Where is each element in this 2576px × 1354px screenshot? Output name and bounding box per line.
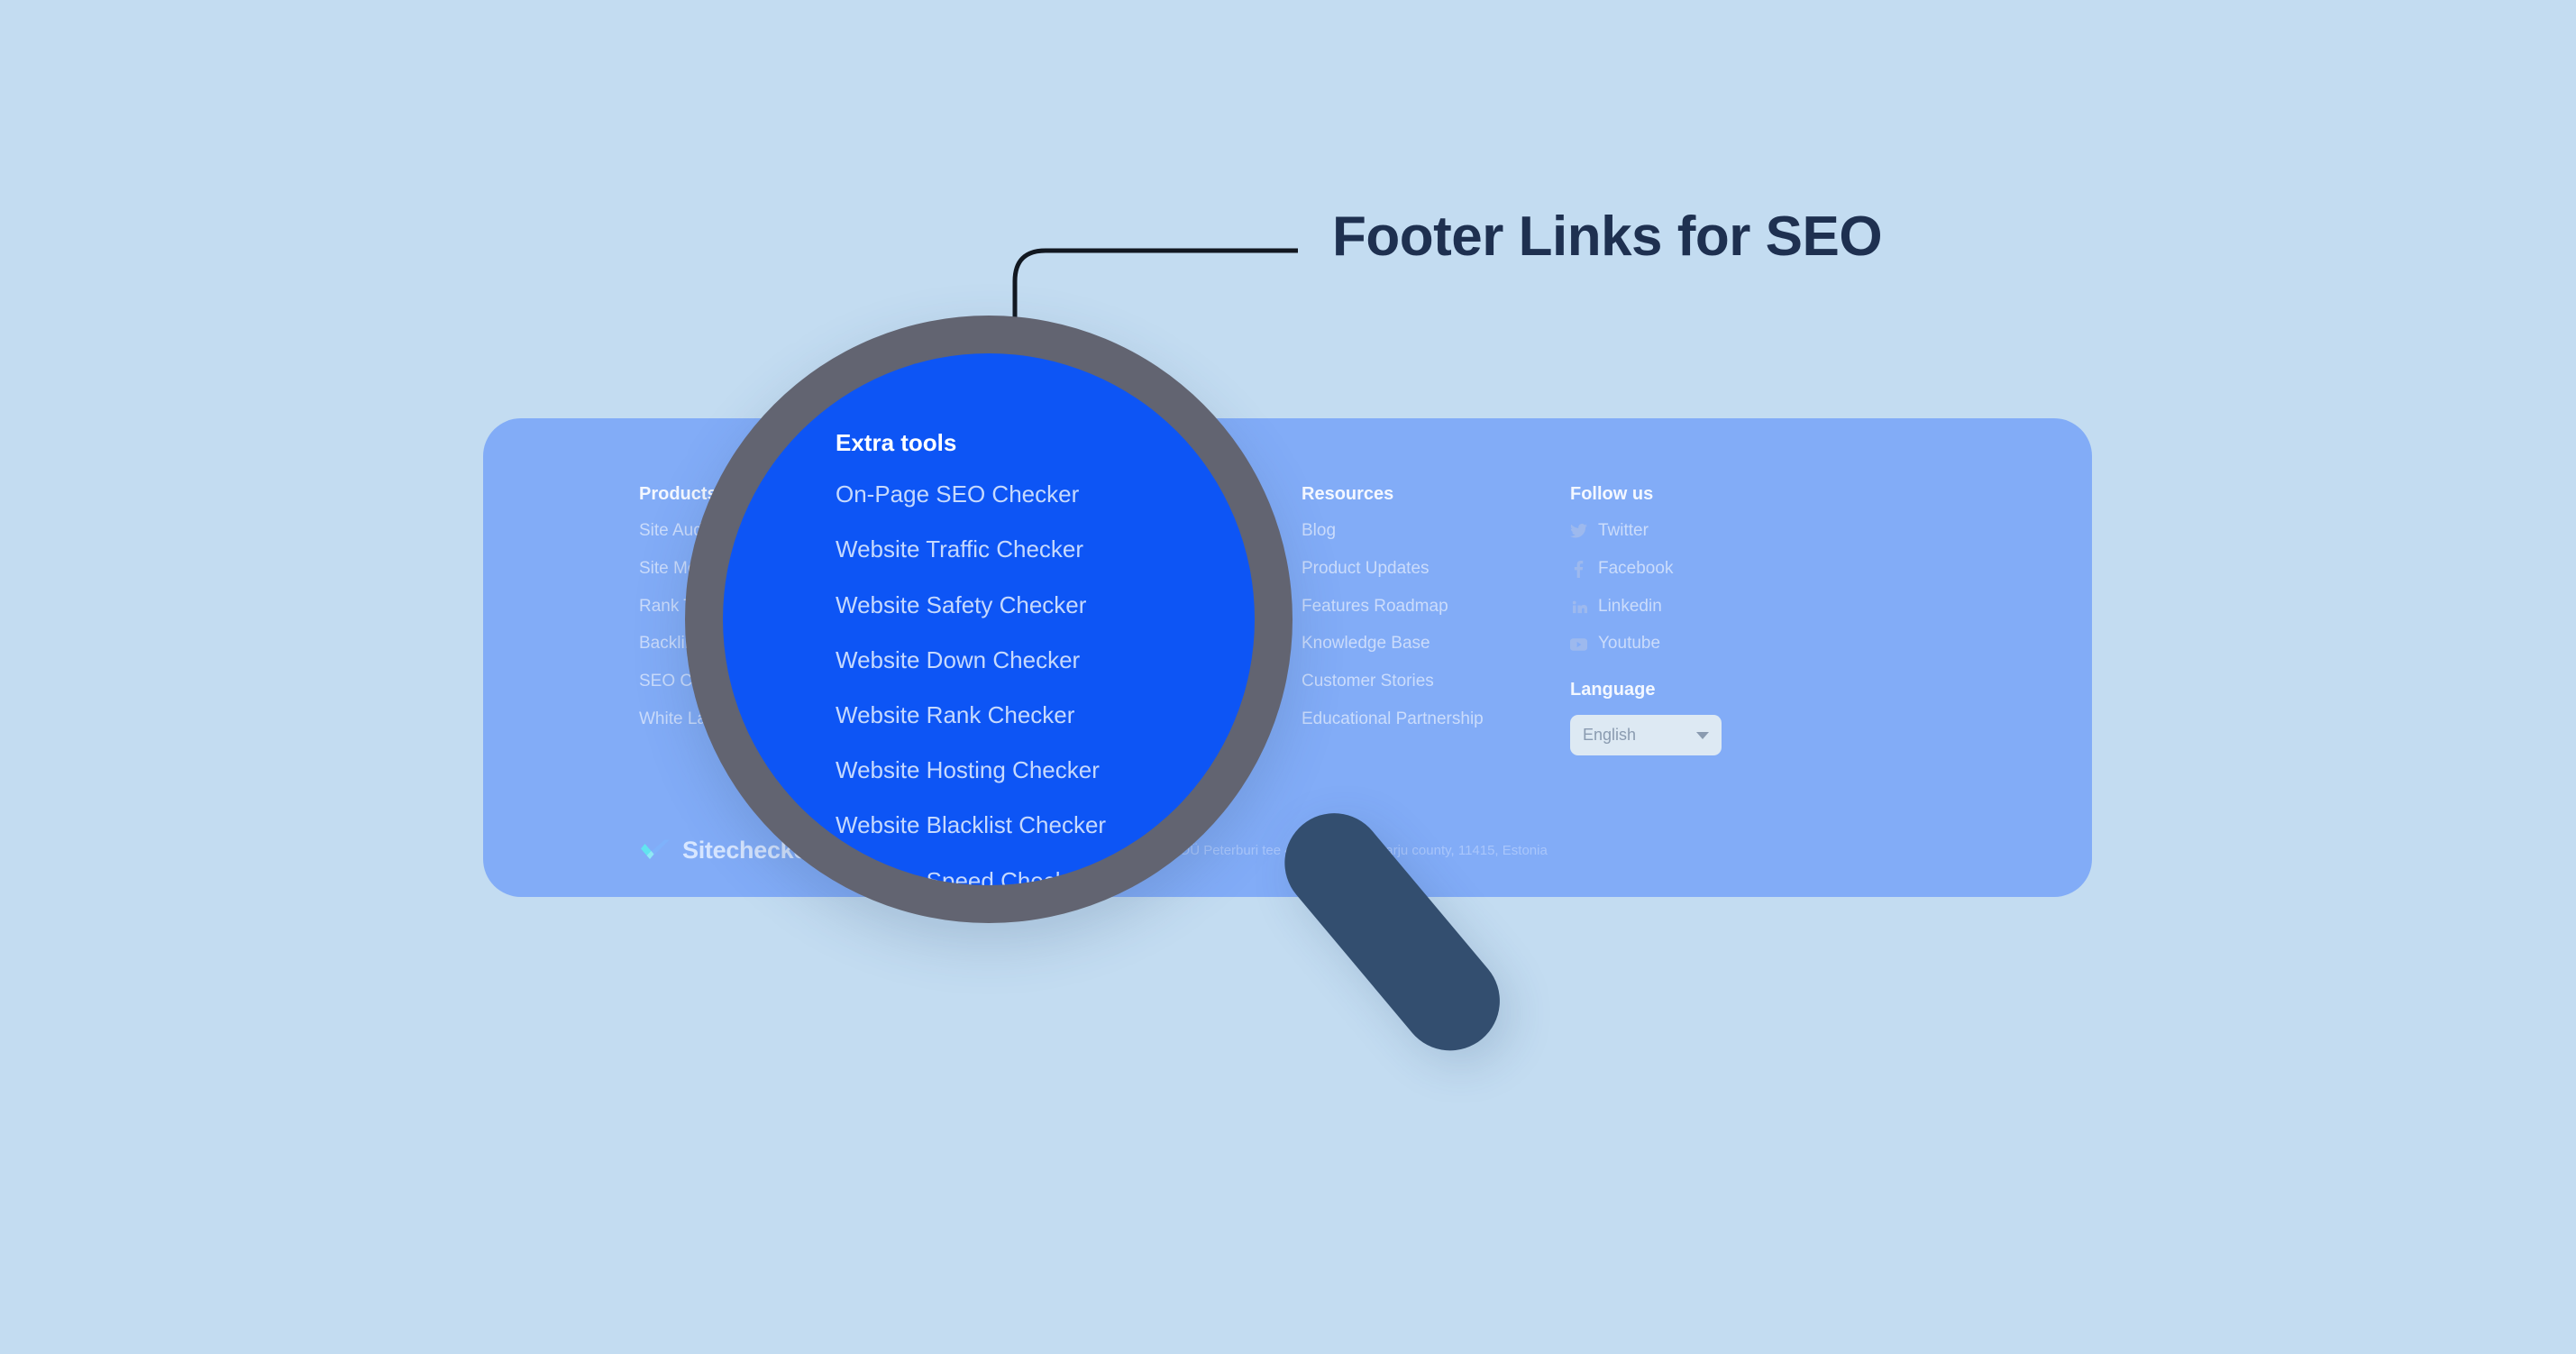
footer-link[interactable]: Content Marketing: [860, 634, 1081, 654]
footer-link[interactable]: SEO Consulting: [860, 559, 1081, 580]
footer-link[interactable]: Rank Tracker: [639, 597, 860, 618]
footer-link[interactable]: Careers: [1081, 634, 1302, 654]
footer-link[interactable]: Web Development: [860, 709, 1081, 730]
footer-link[interactable]: Knowledge Base: [1302, 634, 1570, 654]
social-link-label: Facebook: [1598, 558, 1674, 578]
footer-column-title: Products: [639, 484, 717, 504]
footer-link[interactable]: Contact Us: [1081, 559, 1302, 580]
footer-link[interactable]: Blog: [1302, 521, 1570, 542]
copyright-text: Sitechecker.com is owned and operated by…: [850, 842, 1548, 858]
social-link-label: Linkedin: [1598, 596, 1662, 616]
footer-column-title: Services: [860, 484, 935, 504]
footer-link[interactable]: SEO Chrome Extension: [639, 672, 860, 692]
linkedin-icon: [1570, 598, 1587, 615]
footer-link[interactable]: White Label: [639, 709, 860, 730]
language-select-value: English: [1583, 726, 1637, 745]
footer-link[interactable]: Backlink Tracker: [639, 634, 860, 654]
footer-link[interactable]: Link Building: [860, 597, 1081, 618]
facebook-icon: [1570, 560, 1587, 578]
social-link-youtube[interactable]: Youtube: [1570, 634, 1804, 654]
language-section-title: Language: [1570, 680, 1656, 700]
footer-link[interactable]: About Us: [1081, 521, 1302, 542]
footer-link[interactable]: Product Updates: [1302, 559, 1570, 580]
footer-link[interactable]: Privacy Policy: [1081, 709, 1302, 730]
screenshot-canvas: Footer Links for SEO Products Site Audit…: [0, 0, 2576, 1354]
brand-name: Sitechecker: [682, 837, 817, 864]
callout-leader-line: [1012, 248, 1298, 352]
footer-link[interactable]: SEO Audit Service: [860, 521, 1081, 542]
social-link-linkedin[interactable]: Linkedin: [1570, 597, 1804, 618]
social-link-twitter[interactable]: Twitter: [1570, 521, 1804, 542]
social-link-facebook[interactable]: Facebook: [1570, 559, 1804, 580]
footer-column-products: Products Site Audit Site Monitoring Rank…: [639, 483, 860, 755]
language-select[interactable]: English: [1570, 715, 1722, 756]
footer-link[interactable]: Site Audit: [639, 521, 860, 542]
sitechecker-check-logo-icon: [641, 839, 670, 859]
footer-bottom-bar: Sitechecker Sitechecker.com is owned and…: [639, 837, 2045, 865]
footer-link[interactable]: Technical SEO: [860, 672, 1081, 692]
youtube-icon: [1570, 636, 1587, 653]
footer-link[interactable]: Affiliate Program: [1081, 597, 1302, 618]
footer-link[interactable]: Customer Stories: [1302, 672, 1570, 692]
footer-column-title: Follow us: [1570, 484, 1654, 504]
social-link-label: Twitter: [1598, 521, 1649, 540]
social-link-label: Youtube: [1598, 634, 1661, 654]
brand-logo[interactable]: Sitechecker: [639, 837, 817, 865]
site-footer-card: Products Site Audit Site Monitoring Rank…: [483, 418, 2092, 897]
footer-link[interactable]: Site Monitoring: [639, 559, 860, 580]
footer-column-title: Company: [1081, 484, 1164, 504]
twitter-icon: [1570, 523, 1587, 540]
footer-column-resources: Resources Blog Product Updates Features …: [1302, 483, 1570, 755]
footer-link-columns: Products Site Audit Site Monitoring Rank…: [639, 483, 2045, 756]
callout-title: Footer Links for SEO: [1332, 206, 1883, 268]
footer-column-services: Services SEO Audit Service SEO Consultin…: [860, 483, 1081, 755]
footer-column-title: Resources: [1302, 484, 1394, 504]
footer-link[interactable]: Terms and Conditions: [1081, 672, 1302, 692]
footer-link[interactable]: Features Roadmap: [1302, 597, 1570, 618]
footer-link[interactable]: Educational Partnership: [1302, 709, 1570, 730]
chevron-down-icon: [1696, 731, 1709, 739]
footer-column-company: Company About Us Contact Us Affiliate Pr…: [1081, 483, 1302, 755]
footer-column-follow-us: Follow us Twitter Facebook Linkedin Yout…: [1570, 483, 1804, 756]
